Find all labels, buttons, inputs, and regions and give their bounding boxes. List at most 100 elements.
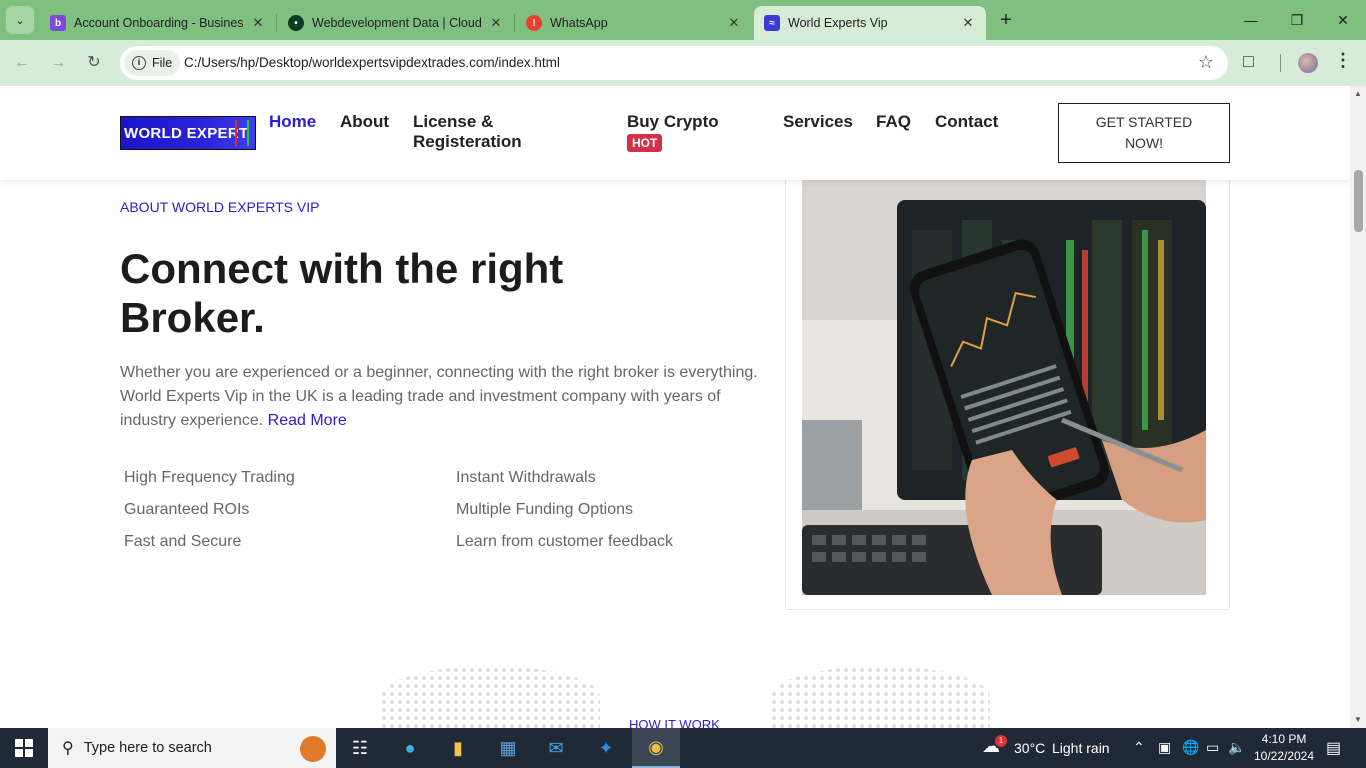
windows-taskbar: ⚲ Type here to search ☷ ● ▮ ▦ ✉ ✦ ◉ ☁ 1 …: [0, 728, 1366, 768]
feature-item: Multiple Funding Options: [456, 501, 633, 518]
close-tab-icon[interactable]: ✕: [250, 15, 266, 31]
headline-line1: Connect with the right: [120, 245, 564, 292]
weather-temp[interactable]: 30°C: [1014, 740, 1045, 756]
site-header: WORLD EXPERT Home About License & Regist…: [0, 86, 1350, 180]
close-tab-icon[interactable]: ✕: [726, 15, 742, 31]
hot-badge: HOT: [627, 134, 663, 152]
windows-logo-icon: [15, 739, 33, 757]
browser-tab-active[interactable]: ≈ World Experts Vip ✕: [754, 6, 986, 40]
info-icon: i: [132, 56, 146, 70]
file-explorer-icon[interactable]: ▮: [434, 728, 482, 768]
extensions-puzzle-icon[interactable]: □: [1243, 51, 1254, 72]
chevron-up-icon[interactable]: ⌃: [1133, 739, 1145, 756]
battery-icon[interactable]: ▭: [1206, 739, 1219, 756]
tab-title: Webdevelopment Data | Cloud: [312, 16, 482, 30]
menu-kebab-icon[interactable]: ⋮: [1334, 50, 1352, 71]
browser-tab[interactable]: ! WhatsApp ✕: [516, 6, 752, 40]
search-icon: ⚲: [62, 740, 74, 757]
scheme-label: File: [152, 56, 173, 70]
start-button[interactable]: [0, 728, 48, 768]
feature-item: Instant Withdrawals: [456, 469, 596, 486]
nav-buy-crypto-label: Buy Crypto: [627, 112, 719, 131]
site-logo[interactable]: WORLD EXPERT: [120, 116, 256, 150]
tab-favicon-icon: b: [50, 15, 66, 31]
close-window-button[interactable]: ✕: [1320, 0, 1366, 40]
profile-avatar[interactable]: [1298, 53, 1318, 73]
search-highlight-icon: [300, 736, 326, 762]
clock-date: 10/22/2024: [1253, 749, 1315, 763]
browser-tab-strip: ⌄ b Account Onboarding - Business ✕ • We…: [0, 0, 1366, 40]
section-eyebrow: ABOUT WORLD EXPERTS VIP: [120, 199, 320, 215]
nav-license-line1: License &: [413, 112, 494, 131]
scroll-up-arrow-icon[interactable]: ▲: [1350, 86, 1366, 102]
vscode-icon[interactable]: ✦: [582, 728, 630, 768]
tab-separator: [514, 14, 515, 32]
network-globe-icon[interactable]: 🌐: [1182, 739, 1199, 756]
tab-search-button[interactable]: ⌄: [6, 6, 34, 34]
reload-button[interactable]: ↻: [80, 49, 108, 77]
page-scrollbar[interactable]: ▲ ▼: [1350, 86, 1366, 728]
scroll-down-arrow-icon[interactable]: ▼: [1350, 712, 1366, 728]
body-copy: Whether you are experienced or a beginne…: [120, 364, 758, 429]
meet-now-icon[interactable]: ▣: [1158, 739, 1171, 756]
task-view-icon[interactable]: ☷: [336, 728, 384, 768]
minimize-button[interactable]: —: [1228, 0, 1274, 40]
edge-icon[interactable]: ●: [386, 728, 434, 768]
close-tab-icon[interactable]: ✕: [488, 15, 504, 31]
nav-home[interactable]: Home: [269, 112, 316, 132]
chevron-down-icon: ⌄: [15, 14, 25, 27]
nav-faq[interactable]: FAQ: [876, 112, 911, 132]
chart-bars-icon: [235, 120, 249, 146]
toolbar-separator: [1280, 54, 1281, 72]
tab-favicon-icon: !: [526, 15, 542, 31]
store-icon[interactable]: ▦: [484, 728, 532, 768]
next-section-label: HOW IT WORK: [629, 717, 720, 728]
scrollbar-thumb[interactable]: [1354, 170, 1363, 232]
read-more-link[interactable]: Read More: [268, 412, 347, 429]
site-info-chip[interactable]: i File: [124, 50, 181, 76]
nav-license-line2: Registeration: [413, 132, 522, 151]
logo-text: WORLD EXPERT: [124, 124, 249, 142]
nav-license[interactable]: License & Registeration: [413, 112, 522, 152]
tab-title: World Experts Vip: [788, 16, 888, 30]
feature-item: Guaranteed ROIs: [124, 501, 250, 518]
headline-line2: Broker.: [120, 294, 265, 341]
nav-contact[interactable]: Contact: [935, 112, 998, 132]
page-viewport: WORLD EXPERT Home About License & Regist…: [0, 86, 1350, 728]
browser-tab[interactable]: b Account Onboarding - Business ✕: [40, 6, 276, 40]
url-text[interactable]: C:/Users/hp/Desktop/worldexpertsvipdextr…: [184, 55, 560, 70]
cta-line2: NOW!: [1124, 135, 1164, 151]
cta-line1: GET STARTED: [1095, 114, 1193, 130]
mail-icon[interactable]: ✉: [532, 728, 580, 768]
tab-favicon-icon: •: [288, 15, 304, 31]
tab-favicon-icon: ≈: [764, 15, 780, 31]
feature-item: High Frequency Trading: [124, 469, 295, 486]
notification-center-icon[interactable]: ▤: [1326, 738, 1341, 758]
address-bar[interactable]: i File C:/Users/hp/Desktop/worldexpertsv…: [120, 46, 1228, 80]
about-image-card: [785, 166, 1230, 610]
forward-button[interactable]: →: [44, 49, 72, 77]
trading-phone-photo: [802, 180, 1206, 595]
taskbar-search[interactable]: ⚲ Type here to search: [48, 728, 336, 768]
weather-desc[interactable]: Light rain: [1052, 740, 1110, 756]
get-started-button[interactable]: GET STARTED NOW!: [1058, 103, 1230, 163]
weather-badge: 1: [995, 735, 1007, 747]
volume-icon[interactable]: 🔈: [1228, 739, 1245, 756]
nav-services[interactable]: Services: [783, 112, 853, 132]
nav-buy-crypto[interactable]: Buy Crypto HOT: [627, 112, 719, 152]
chrome-icon[interactable]: ◉: [632, 728, 680, 768]
feature-item: Fast and Secure: [124, 533, 242, 550]
decorative-dot-pattern: [380, 666, 600, 728]
system-clock[interactable]: 4:10 PM 10/22/2024: [1252, 731, 1316, 765]
browser-tab[interactable]: • Webdevelopment Data | Cloud ✕: [278, 6, 514, 40]
restore-button[interactable]: ❐: [1274, 0, 1320, 40]
close-tab-icon[interactable]: ✕: [960, 15, 976, 31]
bookmark-star-icon[interactable]: ☆: [1198, 52, 1214, 73]
feature-item: Learn from customer feedback: [456, 533, 673, 550]
back-button[interactable]: ←: [8, 49, 36, 77]
tab-title: Account Onboarding - Business: [74, 16, 244, 30]
browser-toolbar: ← → ↻ i File C:/Users/hp/Desktop/worldex…: [0, 40, 1366, 86]
new-tab-button[interactable]: +: [994, 8, 1018, 32]
nav-about[interactable]: About: [340, 112, 389, 132]
section-body: Whether you are experienced or a beginne…: [120, 361, 760, 433]
